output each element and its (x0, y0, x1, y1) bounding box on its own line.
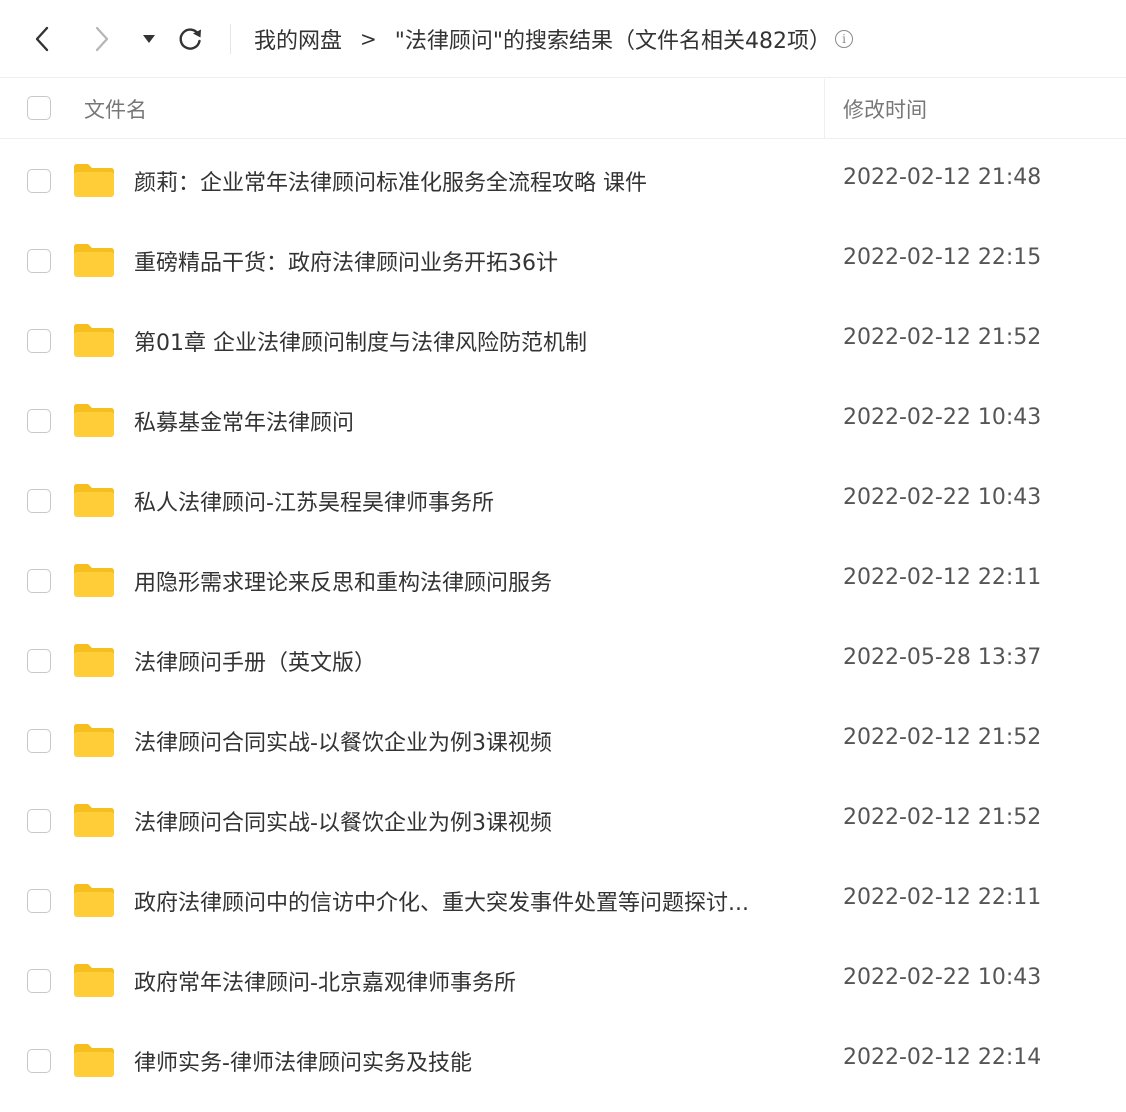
file-modified-time: 2022-02-12 22:11 (843, 565, 1042, 590)
file-name[interactable]: 政府常年法律顾问-北京嘉观律师事务所 (134, 965, 804, 997)
breadcrumb-root[interactable]: 我的网盘 (254, 23, 342, 55)
folder-icon (74, 884, 114, 917)
row-checkbox[interactable] (27, 169, 51, 193)
file-name[interactable]: 第01章 企业法律顾问制度与法律风险防范机制 (134, 325, 804, 357)
file-name[interactable]: 用隐形需求理论来反思和重构法律顾问服务 (134, 565, 804, 597)
table-row[interactable]: 法律顾问合同实战-以餐饮企业为例3课视频 2022-02-12 21:52 (0, 701, 1126, 781)
column-header-modified[interactable]: 修改时间 (843, 94, 927, 124)
file-name[interactable]: 法律顾问手册（英文版） (134, 645, 804, 677)
folder-icon (74, 644, 114, 677)
file-modified-time: 2022-02-12 21:52 (843, 725, 1042, 750)
row-checkbox[interactable] (27, 409, 51, 433)
folder-icon (74, 244, 114, 277)
file-modified-time: 2022-02-12 22:14 (843, 1045, 1042, 1070)
file-modified-time: 2022-05-28 13:37 (843, 645, 1042, 670)
table-row[interactable]: 用隐形需求理论来反思和重构法律顾问服务 2022-02-12 22:11 (0, 541, 1126, 621)
row-checkbox[interactable] (27, 1049, 51, 1073)
row-checkbox[interactable] (27, 249, 51, 273)
row-checkbox[interactable] (27, 489, 51, 513)
breadcrumb-current: "法律顾问"的搜索结果（文件名相关482项） (394, 29, 832, 54)
file-modified-time: 2022-02-12 22:11 (843, 885, 1042, 910)
table-row[interactable]: 政府法律顾问中的信访中介化、重大突发事件处置等问题探讨... 2022-02-1… (0, 861, 1126, 941)
folder-icon (74, 804, 114, 837)
table-row[interactable]: 法律顾问合同实战-以餐饮企业为例3课视频 2022-02-12 21:52 (0, 781, 1126, 861)
table-row[interactable]: 政府常年法律顾问-北京嘉观律师事务所 2022-02-22 10:43 (0, 941, 1126, 1021)
file-modified-time: 2022-02-12 21:48 (843, 165, 1042, 190)
table-row[interactable]: 第01章 企业法律顾问制度与法律风险防范机制 2022-02-12 21:52 (0, 301, 1126, 381)
table-row[interactable]: 律师实务-律师法律顾问实务及技能 2022-02-12 22:14 (0, 1021, 1126, 1101)
file-name[interactable]: 重磅精品干货：政府法律顾问业务开拓36计 (134, 245, 804, 277)
caret-down-icon (143, 35, 155, 43)
file-name[interactable]: 私募基金常年法律顾问 (134, 405, 804, 437)
row-checkbox[interactable] (27, 569, 51, 593)
file-modified-time: 2022-02-12 22:15 (843, 245, 1042, 270)
refresh-icon (179, 28, 201, 50)
select-all-checkbox[interactable] (27, 96, 51, 120)
file-modified-time: 2022-02-22 10:43 (843, 965, 1042, 990)
info-icon[interactable]: i (835, 30, 854, 48)
table-row[interactable]: 法律顾问手册（英文版） 2022-05-28 13:37 (0, 621, 1126, 701)
folder-icon (74, 164, 114, 197)
file-name[interactable]: 政府法律顾问中的信访中介化、重大突发事件处置等问题探讨... (134, 885, 804, 917)
row-checkbox[interactable] (27, 729, 51, 753)
chevron-right-icon (95, 26, 109, 52)
chevron-left-icon (35, 26, 49, 52)
file-name[interactable]: 法律顾问合同实战-以餐饮企业为例3课视频 (134, 805, 804, 837)
row-checkbox[interactable] (27, 889, 51, 913)
row-checkbox[interactable] (27, 649, 51, 673)
folder-icon (74, 964, 114, 997)
file-list: 颜莉：企业常年法律顾问标准化服务全流程攻略 课件 2022-02-12 21:4… (0, 141, 1126, 1101)
file-modified-time: 2022-02-22 10:43 (843, 485, 1042, 510)
nav-divider (230, 24, 231, 54)
file-name[interactable]: 私人法律顾问-江苏昊程昊律师事务所 (134, 485, 804, 517)
folder-icon (74, 484, 114, 517)
history-dropdown-button[interactable] (133, 21, 165, 57)
table-row[interactable]: 重磅精品干货：政府法律顾问业务开拓36计 2022-02-12 22:15 (0, 221, 1126, 301)
folder-icon (74, 324, 114, 357)
file-modified-time: 2022-02-12 21:52 (843, 325, 1042, 350)
file-name[interactable]: 法律顾问合同实战-以餐饮企业为例3课视频 (134, 725, 804, 757)
column-divider[interactable] (824, 79, 825, 139)
file-modified-time: 2022-02-22 10:43 (843, 405, 1042, 430)
breadcrumb: 我的网盘 > "法律顾问"的搜索结果（文件名相关482项） i (254, 20, 854, 58)
back-button[interactable] (26, 21, 58, 57)
file-name[interactable]: 律师实务-律师法律顾问实务及技能 (134, 1045, 804, 1077)
folder-icon (74, 564, 114, 597)
navigation-bar: 我的网盘 > "法律顾问"的搜索结果（文件名相关482项） i (0, 0, 1126, 78)
table-row[interactable]: 私人法律顾问-江苏昊程昊律师事务所 2022-02-22 10:43 (0, 461, 1126, 541)
folder-icon (74, 724, 114, 757)
file-name[interactable]: 颜莉：企业常年法律顾问标准化服务全流程攻略 课件 (134, 165, 804, 197)
column-header-name[interactable]: 文件名 (84, 94, 147, 124)
file-modified-time: 2022-02-12 21:52 (843, 805, 1042, 830)
row-checkbox[interactable] (27, 809, 51, 833)
table-header: 文件名 修改时间 (0, 79, 1126, 139)
table-row[interactable]: 颜莉：企业常年法律顾问标准化服务全流程攻略 课件 2022-02-12 21:4… (0, 141, 1126, 221)
row-checkbox[interactable] (27, 329, 51, 353)
file-browser-window: 我的网盘 > "法律顾问"的搜索结果（文件名相关482项） i 文件名 修改时间… (0, 0, 1126, 1112)
refresh-button[interactable] (174, 21, 206, 57)
folder-icon (74, 1044, 114, 1077)
forward-button[interactable] (86, 21, 118, 57)
table-row[interactable]: 私募基金常年法律顾问 2022-02-22 10:43 (0, 381, 1126, 461)
folder-icon (74, 404, 114, 437)
row-checkbox[interactable] (27, 969, 51, 993)
breadcrumb-separator: > (360, 27, 377, 51)
